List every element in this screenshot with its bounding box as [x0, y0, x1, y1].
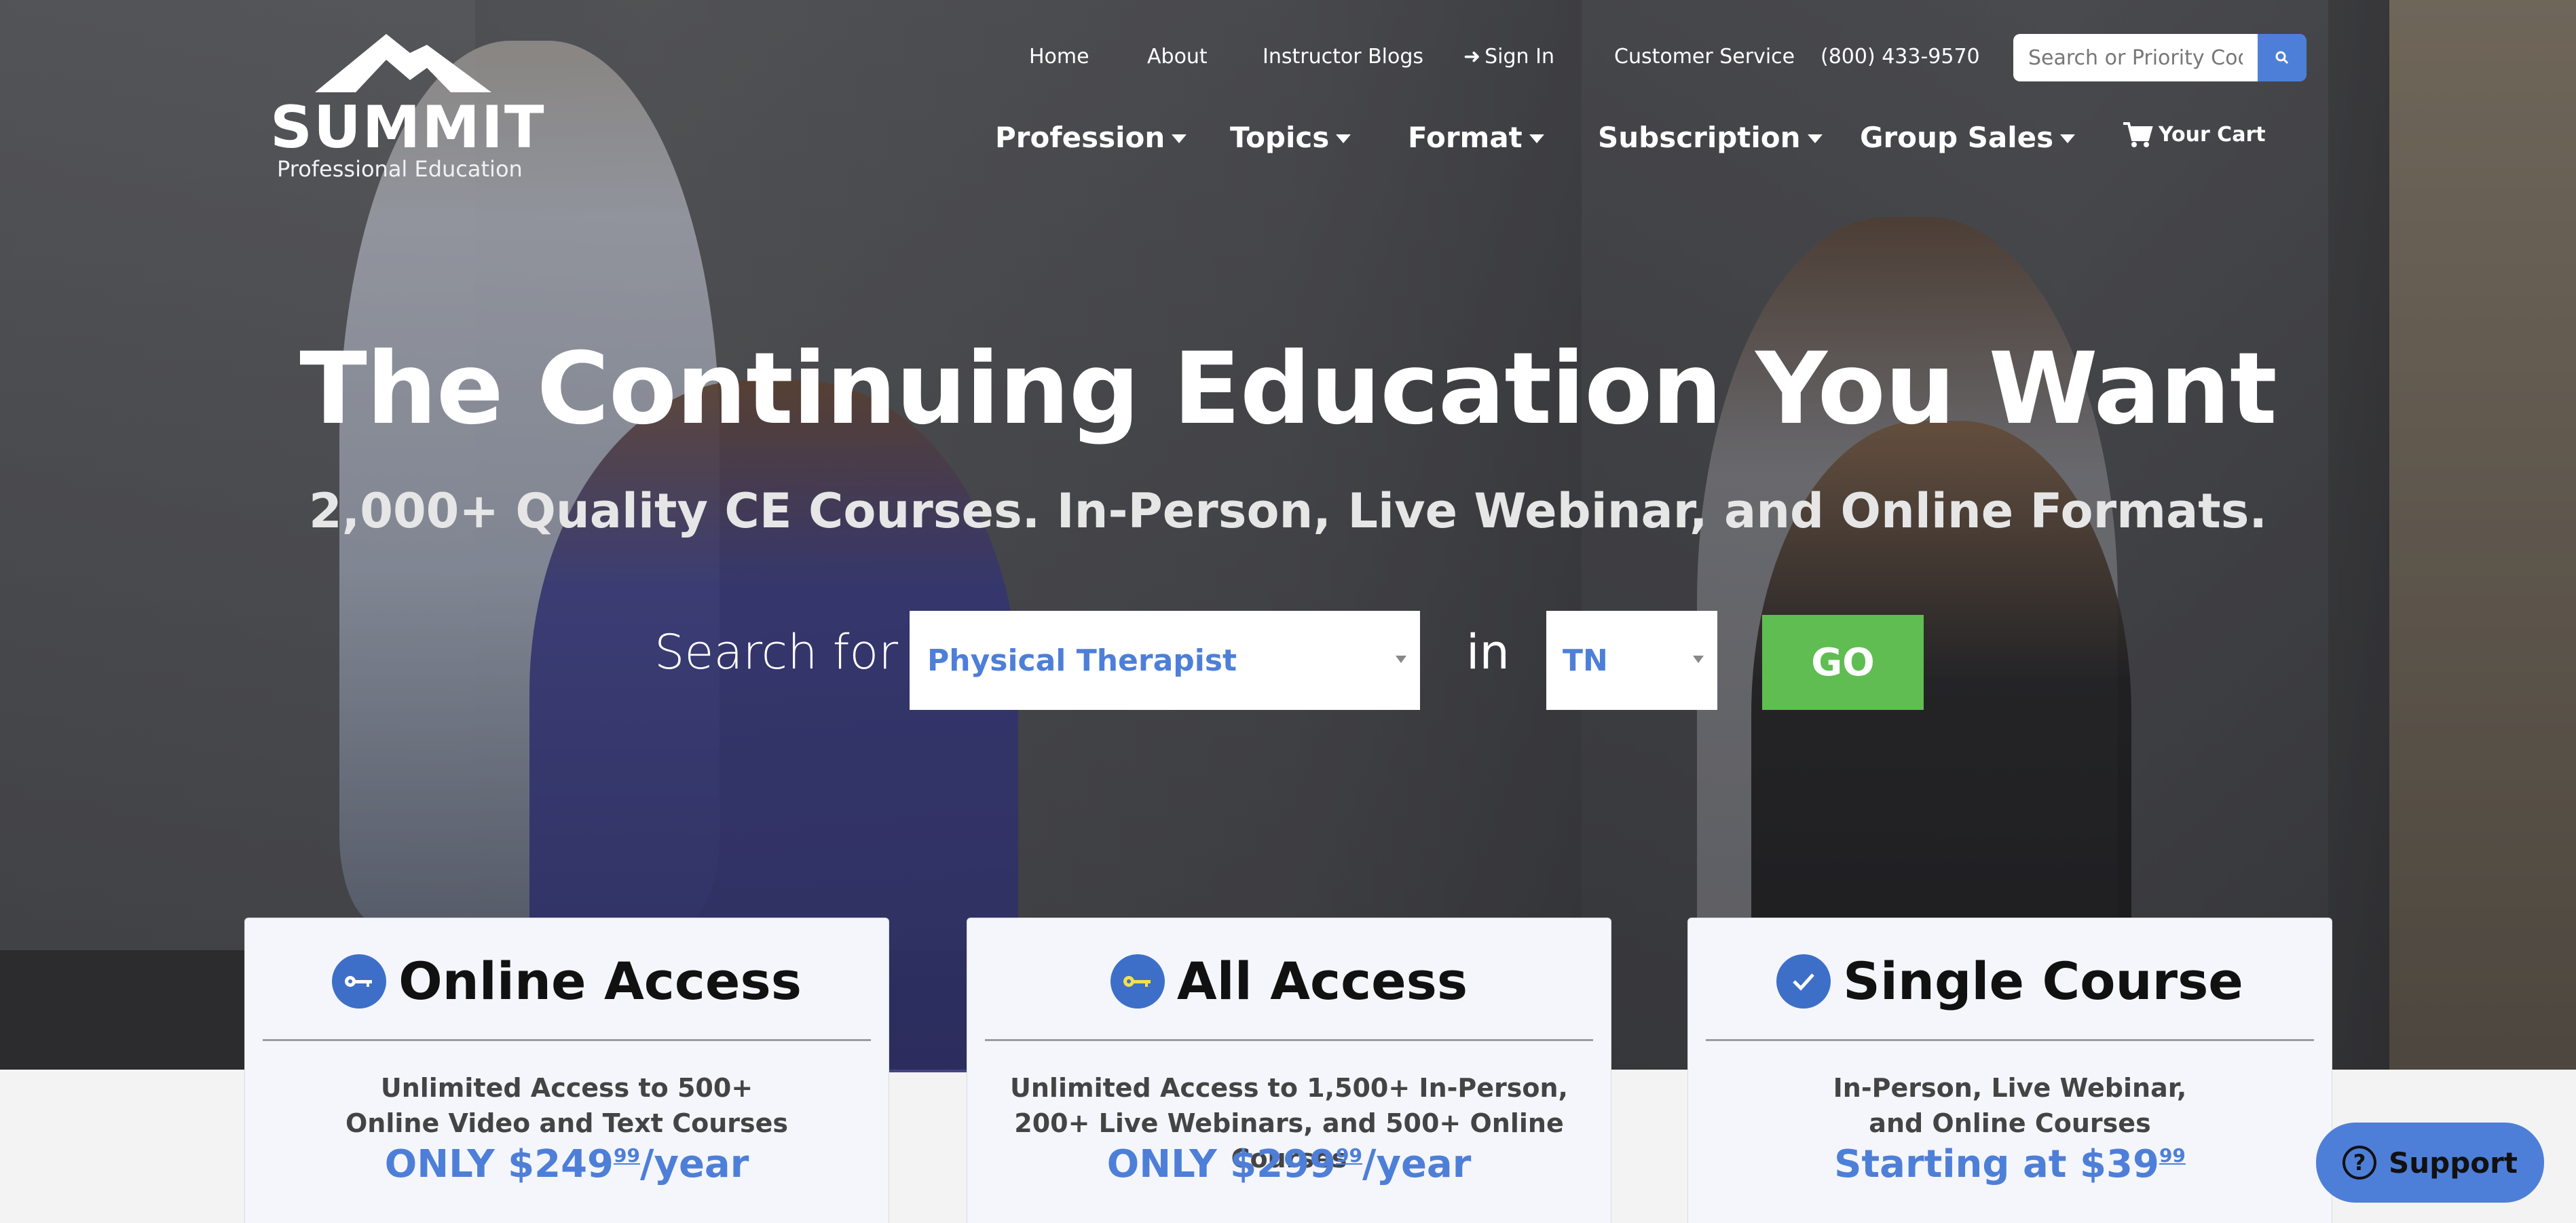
support-button[interactable]: ? Support [2316, 1123, 2544, 1203]
card-title: Single Course [1843, 951, 2243, 1011]
card-description: In-Person, Live Webinar, and Online Cour… [1688, 1070, 2332, 1141]
card-price: ONLY $29999/year [967, 1142, 1611, 1186]
nav-phone[interactable]: (800) 433-9570 [1821, 45, 1980, 69]
plan-card-online-access[interactable]: Online Access Unlimited Access to 500+ O… [244, 918, 889, 1223]
caret-down-icon [1172, 134, 1187, 143]
card-divider [263, 1039, 871, 1041]
price-period: /year [639, 1142, 749, 1186]
card-desc-line: Unlimited Access to 500+ [380, 1073, 753, 1103]
price-cents: 99 [2159, 1144, 2186, 1167]
nav-subscription[interactable]: Subscription [1598, 121, 1823, 154]
cart-icon [2123, 122, 2153, 147]
sign-in-icon: ➜ [1463, 44, 1481, 69]
card-price: Starting at $3999 [1688, 1142, 2332, 1186]
nav-subscription-label: Subscription [1598, 121, 1801, 154]
caret-down-icon [2060, 134, 2076, 143]
card-desc-line: Unlimited Access to 1,500+ In-Person, [1010, 1073, 1568, 1103]
search-button[interactable] [2258, 34, 2307, 81]
hero-headline: The Continuing Education You Want [299, 331, 2277, 447]
nav-group-sales[interactable]: Group Sales [1860, 121, 2076, 154]
card-title-row: Online Access [245, 951, 889, 1011]
nav-cart[interactable]: Your Cart [2122, 121, 2266, 148]
site-search [2013, 34, 2307, 81]
card-price: ONLY $24999/year [245, 1142, 889, 1186]
logo-brand: SUMMIT [270, 94, 546, 162]
profession-select-value: Physical Therapist [927, 643, 1237, 678]
nav-instructor-blogs[interactable]: Instructor Blogs [1263, 45, 1423, 69]
caret-down-icon [1336, 134, 1351, 143]
price-cents: 99 [1336, 1144, 1362, 1167]
price-cents: 99 [614, 1144, 640, 1167]
price-amount: ONLY $299 [1106, 1142, 1337, 1186]
check-icon [1776, 954, 1831, 1009]
nav-format-label: Format [1408, 121, 1523, 154]
card-divider [1706, 1039, 2314, 1041]
card-desc-line: and Online Courses [1869, 1108, 2151, 1138]
price-amount: ONLY $249 [384, 1142, 614, 1186]
key-icon [1110, 954, 1165, 1009]
price-amount: Starting at $39 [1834, 1142, 2159, 1186]
hero-subheadline: 2,000+ Quality CE Courses. In-Person, Li… [308, 483, 2268, 539]
card-title-row: Single Course [1688, 951, 2332, 1011]
nav-format[interactable]: Format [1408, 121, 1544, 154]
nav-about[interactable]: About [1147, 45, 1208, 69]
in-label: in [1466, 624, 1510, 680]
site-logo[interactable]: SUMMIT Professional Education [270, 33, 544, 189]
state-select[interactable]: TN [1546, 611, 1717, 710]
search-input[interactable] [2013, 34, 2258, 81]
search-for-label: Search for [654, 624, 898, 680]
card-desc-line: In-Person, Live Webinar, [1833, 1073, 2187, 1103]
profession-select[interactable]: Physical Therapist [910, 611, 1420, 710]
page: SUMMIT Professional Education Home About… [0, 0, 2576, 1223]
mountain-icon [315, 34, 491, 92]
select-arrow-icon [1693, 656, 1704, 663]
search-icon [2275, 51, 2289, 64]
select-arrow-icon [1396, 656, 1406, 663]
nav-profession-label: Profession [995, 121, 1165, 154]
caret-down-icon [1529, 134, 1544, 143]
nav-topics[interactable]: Topics [1230, 121, 1351, 154]
card-title: Online Access [398, 951, 802, 1011]
price-period: /year [1362, 1142, 1472, 1186]
sign-in-label: Sign In [1485, 44, 1554, 69]
nav-topics-label: Topics [1230, 121, 1330, 154]
cart-label: Your Cart [2159, 122, 2266, 147]
card-title: All Access [1176, 951, 1468, 1011]
card-description: Unlimited Access to 500+ Online Video an… [245, 1070, 889, 1141]
state-select-value: TN [1563, 643, 1608, 678]
plan-card-single-course[interactable]: Single Course In-Person, Live Webinar, a… [1687, 918, 2332, 1223]
help-icon: ? [2342, 1146, 2377, 1180]
caret-down-icon [1807, 134, 1823, 143]
card-divider [985, 1039, 1593, 1041]
nav-profession[interactable]: Profession [995, 121, 1187, 154]
nav-group-sales-label: Group Sales [1860, 121, 2054, 154]
nav-home[interactable]: Home [1029, 45, 1089, 69]
go-button[interactable]: GO [1762, 615, 1924, 710]
plan-card-all-access[interactable]: All Access Unlimited Access to 1,500+ In… [967, 918, 1611, 1223]
key-icon [332, 954, 387, 1009]
card-title-row: All Access [967, 951, 1611, 1011]
support-label: Support [2389, 1146, 2518, 1180]
card-desc-line: Online Video and Text Courses [345, 1108, 788, 1138]
nav-sign-in[interactable]: ➜ Sign In [1463, 45, 1554, 69]
nav-customer-service[interactable]: Customer Service [1614, 45, 1795, 69]
logo-subtitle: Professional Education [277, 156, 523, 182]
